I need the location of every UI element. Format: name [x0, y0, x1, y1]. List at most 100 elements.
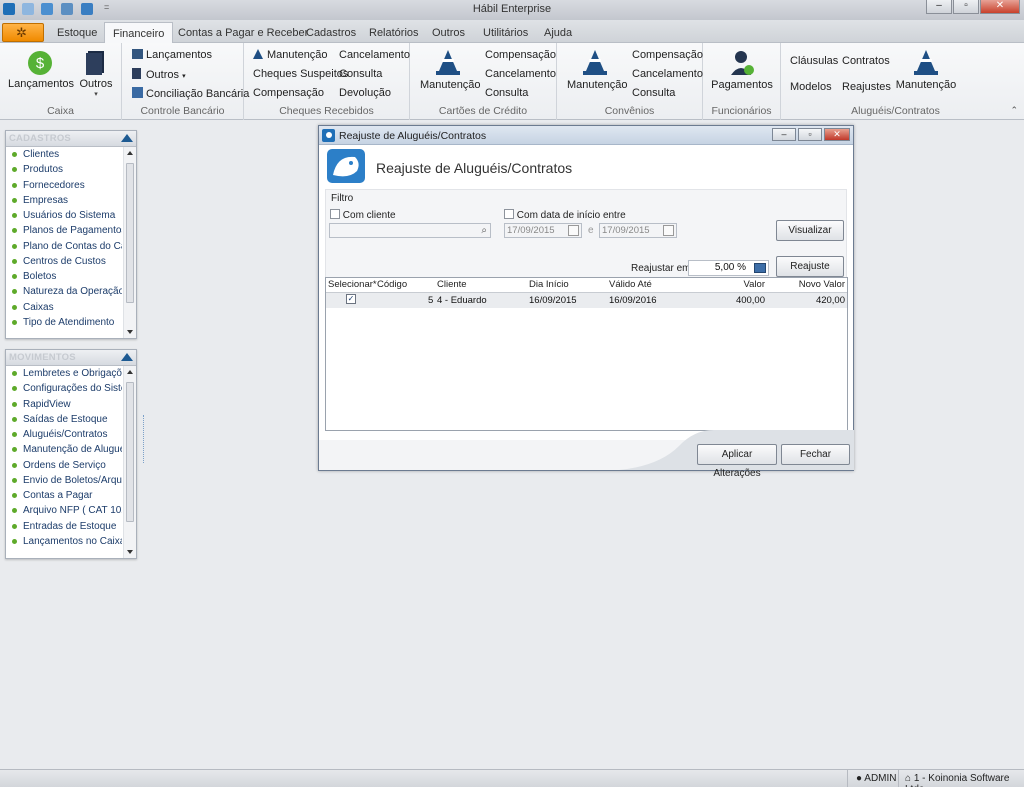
movimentos-item[interactable]: Entradas de Estoque: [6, 519, 122, 534]
cadastros-item[interactable]: Plano de Contas do Ca...: [6, 239, 122, 254]
col-valor[interactable]: Valor: [744, 279, 765, 290]
com-cliente-option[interactable]: Com cliente: [330, 209, 396, 221]
movimentos-item[interactable]: Envio de Boletos/Arqui...: [6, 473, 122, 488]
movimentos-header[interactable]: MOVIMENTOS: [6, 350, 136, 366]
scroll-thumb[interactable]: [126, 382, 134, 522]
convenios-compensacao-button[interactable]: Compensação: [632, 49, 703, 61]
controle-outros-button[interactable]: Outros ▾: [132, 68, 186, 81]
cadastros-item[interactable]: Centros de Custos: [6, 254, 122, 269]
scroll-up-icon[interactable]: [127, 151, 133, 155]
cheques-consulta-button[interactable]: Consulta: [339, 68, 382, 80]
movimentos-item[interactable]: Aluguéis/Contratos: [6, 427, 122, 442]
scroll-down-icon[interactable]: [127, 550, 133, 554]
aplicar-alteracoes-button[interactable]: Aplicar Alterações: [697, 444, 777, 479]
col-codigo[interactable]: Código: [377, 279, 407, 290]
date-from-input[interactable]: 17/09/2015: [504, 223, 582, 238]
dialog-minimize-button[interactable]: –: [772, 128, 796, 141]
tab-utilitarios[interactable]: Utilitários: [483, 24, 528, 42]
clausulas-button[interactable]: Cláusulas: [790, 55, 838, 67]
scroll-up-icon[interactable]: [127, 370, 133, 374]
movimentos-item[interactable]: Lembretes e Obrigaçõ...: [6, 366, 122, 381]
cartoes-compensacao-button[interactable]: Compensação: [485, 49, 556, 61]
movimentos-item[interactable]: Saídas de Estoque: [6, 412, 122, 427]
caixa-outros-button[interactable]: Outros ▾: [78, 50, 114, 98]
movimentos-item[interactable]: Lançamentos no Caixa: [6, 534, 122, 549]
cheques-cancelamento-button[interactable]: Cancelamento: [339, 49, 410, 61]
cartoes-consulta-button[interactable]: Consulta: [485, 87, 528, 99]
col-novo-valor[interactable]: Novo Valor: [799, 279, 845, 290]
col-selecionar[interactable]: Selecionar*: [328, 279, 377, 290]
cadastros-item[interactable]: Produtos: [6, 162, 122, 177]
com-cliente-checkbox[interactable]: [330, 209, 340, 219]
pagamentos-button[interactable]: Pagamentos: [711, 49, 773, 91]
col-dia-inicio[interactable]: Dia Início: [529, 279, 569, 290]
modelos-button[interactable]: Modelos: [790, 81, 832, 93]
dialog-close-button[interactable]: ✕: [824, 128, 850, 141]
collapse-icon[interactable]: [121, 134, 133, 142]
col-cliente[interactable]: Cliente: [437, 279, 467, 290]
movimentos-item[interactable]: Configurações do Siste...: [6, 381, 122, 396]
caixa-lancamentos-button[interactable]: $ Lançamentos: [8, 50, 74, 90]
reajustes-button[interactable]: Reajustes: [842, 81, 891, 93]
cadastros-item[interactable]: Boletos: [6, 269, 122, 284]
tab-relatorios[interactable]: Relatórios: [369, 24, 419, 42]
fechar-button[interactable]: Fechar: [781, 444, 850, 465]
cliente-input[interactable]: ⌕: [329, 223, 491, 238]
movimentos-item[interactable]: RapidView: [6, 397, 122, 412]
app-menu-button[interactable]: ✲: [2, 23, 44, 42]
cadastros-item[interactable]: Caixas: [6, 300, 122, 315]
collapse-ribbon-icon[interactable]: ⌃: [1010, 105, 1018, 116]
contratos-button[interactable]: Contratos: [842, 55, 890, 67]
date-to-input[interactable]: 17/09/2015: [599, 223, 677, 238]
movimentos-item[interactable]: Contas a Pagar: [6, 488, 122, 503]
convenios-consulta-button[interactable]: Consulta: [632, 87, 675, 99]
scroll-thumb[interactable]: [126, 163, 134, 303]
calendar-icon[interactable]: [568, 225, 579, 236]
visualizar-button[interactable]: Visualizar: [776, 220, 844, 241]
cadastros-header[interactable]: CADASTROS: [6, 131, 136, 147]
maximize-button[interactable]: ▫: [953, 0, 979, 14]
cartoes-manutencao-button[interactable]: Manutenção: [420, 49, 481, 91]
minimize-button[interactable]: –: [926, 0, 952, 14]
scroll-down-icon[interactable]: [127, 330, 133, 334]
tab-outros[interactable]: Outros: [432, 24, 465, 42]
calculator-icon[interactable]: [754, 263, 766, 273]
binoculars-icon[interactable]: ⌕: [481, 224, 487, 237]
cadastros-item[interactable]: Fornecedores: [6, 178, 122, 193]
reajuste-button[interactable]: Reajuste: [776, 256, 844, 277]
splitter-handle[interactable]: [143, 415, 146, 463]
row-select-checkbox[interactable]: ✓: [346, 294, 356, 304]
dialog-maximize-button[interactable]: ▫: [798, 128, 822, 141]
controle-lancamentos-button[interactable]: Lançamentos: [132, 49, 212, 61]
cadastros-item[interactable]: Empresas: [6, 193, 122, 208]
cheques-devolucao-button[interactable]: Devolução: [339, 87, 391, 99]
convenios-cancelamento-button[interactable]: Cancelamento: [632, 68, 703, 80]
reajustar-input[interactable]: 5,00 %: [688, 260, 769, 276]
movimentos-item[interactable]: Manutenção de Alugué...: [6, 442, 122, 457]
cadastros-item[interactable]: Clientes: [6, 147, 122, 162]
movimentos-item[interactable]: Arquivo NFP ( CAT 102...: [6, 503, 122, 518]
tab-ajuda[interactable]: Ajuda: [544, 24, 572, 42]
tab-estoque[interactable]: Estoque: [57, 24, 97, 42]
conciliacao-button[interactable]: Conciliação Bancária: [132, 87, 249, 100]
cadastros-item[interactable]: Natureza da Operação: [6, 284, 122, 299]
tab-contas[interactable]: Contas a Pagar e Receber: [178, 24, 308, 42]
alugueis-manutencao-button[interactable]: Manutenção: [895, 49, 957, 91]
cadastros-item[interactable]: Planos de Pagamentos: [6, 223, 122, 238]
com-data-option[interactable]: Com data de início entre: [504, 209, 626, 221]
com-data-checkbox[interactable]: [504, 209, 514, 219]
col-valido-ate[interactable]: Válido Até: [609, 279, 652, 290]
tab-cadastros[interactable]: Cadastros: [306, 24, 356, 42]
cadastros-item[interactable]: Usuários do Sistema: [6, 208, 122, 223]
calendar-icon[interactable]: [663, 225, 674, 236]
tab-financeiro[interactable]: Financeiro: [104, 22, 174, 44]
close-button[interactable]: ✕: [980, 0, 1020, 14]
cadastros-scrollbar[interactable]: [123, 147, 136, 338]
cheques-manutencao-button[interactable]: Manutenção: [253, 49, 328, 61]
convenios-manutencao-button[interactable]: Manutenção: [567, 49, 628, 91]
cheques-suspeitos-button[interactable]: Cheques Suspeitos: [253, 68, 348, 80]
cheques-compensacao-button[interactable]: Compensação: [253, 87, 324, 99]
cadastros-item[interactable]: Tipo de Atendimento: [6, 315, 122, 330]
movimentos-scrollbar[interactable]: [123, 366, 136, 558]
movimentos-item[interactable]: Ordens de Serviço: [6, 458, 122, 473]
